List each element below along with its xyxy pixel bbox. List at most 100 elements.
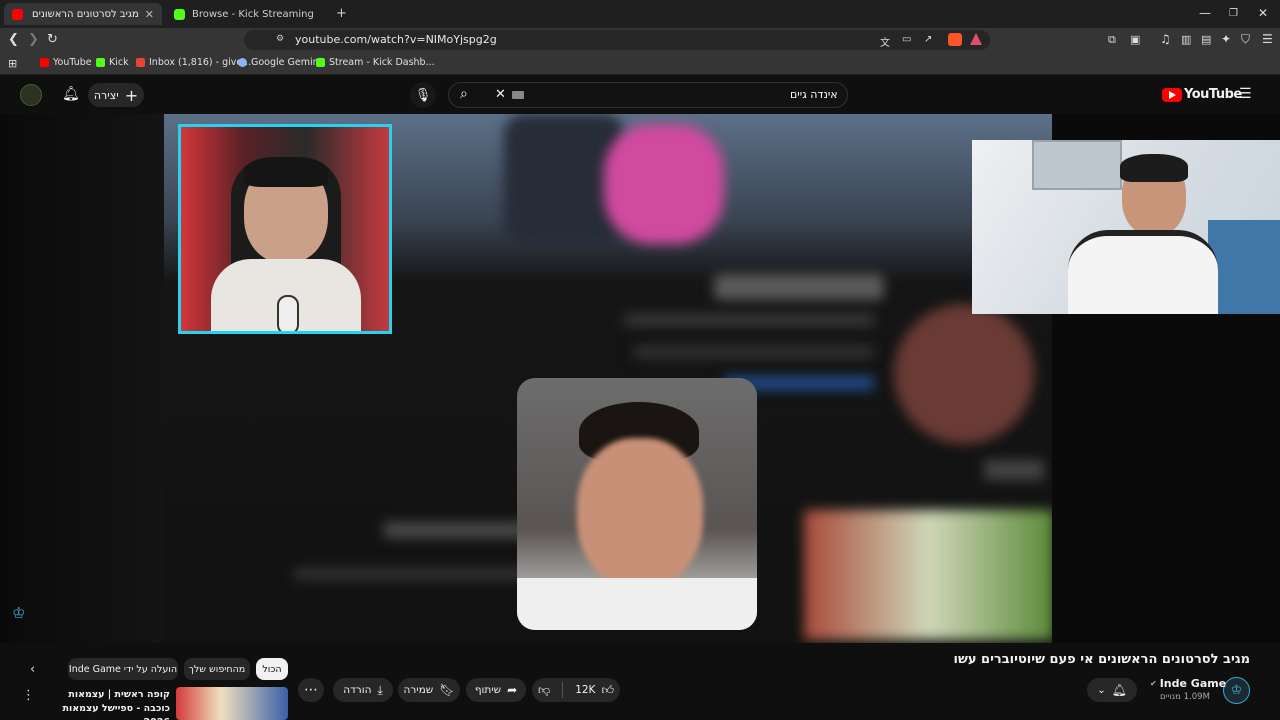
bookmark-gemini[interactable]: Google Gemini bbox=[238, 57, 321, 68]
subscription-bell-button[interactable]: ⌄ 🔔︎ bbox=[1087, 678, 1137, 702]
blurred-thumbnail bbox=[804, 510, 1052, 640]
recommended-thumbnail[interactable] bbox=[176, 687, 288, 720]
like-dislike-group: 👎︎ 12K 👍︎ bbox=[532, 678, 620, 702]
more-options-icon[interactable]: ⋮ bbox=[22, 688, 35, 703]
chevron-down-icon: ⌄ bbox=[1097, 684, 1106, 696]
search-icon[interactable]: ⌕ bbox=[460, 86, 468, 102]
microphone-icon bbox=[277, 295, 299, 331]
bell-icon: 🔔︎ bbox=[1111, 683, 1127, 697]
bookmark-kick-dashboard[interactable]: Stream - Kick Dashb... bbox=[316, 57, 435, 68]
create-label: יצירה bbox=[93, 88, 119, 102]
hair-shape bbox=[244, 157, 328, 187]
dislike-icon[interactable]: 👎︎ bbox=[538, 683, 550, 698]
avatar[interactable] bbox=[20, 84, 42, 106]
create-button[interactable]: יצירה + bbox=[88, 83, 144, 107]
rewards-icon[interactable] bbox=[970, 33, 982, 45]
blurred-tab bbox=[984, 460, 1044, 480]
youtube-logo-text[interactable]: YouTube bbox=[1184, 87, 1242, 102]
new-tab-button[interactable]: + bbox=[336, 6, 347, 21]
extensions-icon[interactable]: ⧉ bbox=[1108, 33, 1116, 47]
crown-icon: ♔ bbox=[12, 604, 26, 622]
menu-icon[interactable]: ☰ bbox=[1262, 32, 1273, 46]
chip-all[interactable]: הכול bbox=[256, 658, 288, 680]
bookmark-youtube[interactable]: YouTube bbox=[40, 57, 92, 68]
like-icon[interactable]: 👍︎ bbox=[601, 683, 614, 698]
tab-kick[interactable]: Browse - Kick Streaming bbox=[166, 3, 326, 25]
leo-icon[interactable]: ✦ bbox=[1221, 32, 1231, 46]
youtube-icon bbox=[12, 8, 23, 20]
tab-title: מגיב לסרטונים הראשונים אי פעם bbox=[30, 8, 139, 20]
channel-name-row[interactable]: ✔ Inde Game bbox=[1150, 677, 1226, 690]
site-info-icon[interactable]: ⚙ bbox=[276, 34, 284, 44]
tab-youtube[interactable]: מגיב לסרטונים הראשונים אי פעם ✕ bbox=[4, 3, 162, 25]
search-input[interactable] bbox=[448, 82, 848, 108]
wallet-icon[interactable]: ▤ bbox=[1201, 33, 1211, 46]
video-title: מגיב לסרטונים הראשונים אי פעם שיוטיוברים… bbox=[953, 652, 1250, 667]
more-actions-icon[interactable]: ⋯ bbox=[298, 678, 324, 702]
video-ambient-left bbox=[0, 114, 164, 643]
sidebar-icon[interactable]: ▥ bbox=[1181, 33, 1191, 46]
cast-icon[interactable]: ▭ bbox=[902, 34, 911, 45]
maximize-icon[interactable]: ❐ bbox=[1229, 8, 1238, 19]
gmail-icon bbox=[136, 58, 145, 67]
shirt-shape bbox=[1068, 230, 1218, 314]
share-button[interactable]: שיתוף ➦ bbox=[466, 678, 526, 702]
blurred-avatar bbox=[894, 304, 1034, 444]
voice-search-icon[interactable]: 🎙︎ bbox=[410, 82, 436, 108]
blurred-text bbox=[624, 314, 874, 326]
vpn-icon[interactable]: ⛉ bbox=[1241, 32, 1250, 47]
bookmark-kick[interactable]: Kick bbox=[96, 57, 129, 68]
window-shape bbox=[1032, 140, 1122, 190]
back-icon[interactable]: ❮ bbox=[8, 32, 19, 47]
kick-icon bbox=[174, 8, 185, 20]
recommended-title[interactable]: קופה ראשית | עצמאות כוכבה - ספיישל עצמאו… bbox=[58, 688, 170, 720]
tab-title: Browse - Kick Streaming bbox=[192, 8, 314, 20]
translate-icon[interactable]: 文 bbox=[880, 34, 890, 49]
blurred-text bbox=[634, 346, 874, 358]
save-icon: 🔖︎ bbox=[439, 683, 455, 697]
blurred-text bbox=[714, 274, 884, 300]
brave-shield-icon[interactable] bbox=[948, 33, 962, 46]
subscriber-count: 1.09M מנויים bbox=[1160, 692, 1210, 702]
save-label: שמירה bbox=[403, 684, 434, 696]
youtube-logo-icon[interactable] bbox=[1162, 88, 1182, 102]
close-tab-icon[interactable]: ✕ bbox=[145, 8, 154, 21]
kick-icon bbox=[96, 58, 105, 67]
reload-icon[interactable]: ↻ bbox=[47, 32, 58, 47]
kick-icon bbox=[316, 58, 325, 67]
close-window-icon[interactable]: ✕ bbox=[1258, 6, 1268, 20]
clear-search-icon[interactable]: ✕ bbox=[495, 87, 506, 102]
gemini-icon bbox=[238, 58, 247, 67]
save-button[interactable]: שמירה 🔖︎ bbox=[398, 678, 460, 702]
chip-from-search[interactable]: מהחיפוש שלך bbox=[184, 658, 250, 680]
share-icon[interactable]: ↗ bbox=[924, 34, 932, 45]
channel-name[interactable]: Inde Game bbox=[1160, 677, 1226, 690]
keyboard-icon[interactable] bbox=[512, 91, 524, 99]
guide-menu-icon[interactable]: ☰ bbox=[1239, 86, 1252, 102]
share-label: שיתוף bbox=[474, 684, 502, 696]
bookmark-inbox[interactable]: Inbox (1,816) - givo... bbox=[136, 57, 251, 68]
download-button[interactable]: הורדה ⤓ bbox=[333, 678, 393, 702]
divider bbox=[562, 682, 564, 698]
like-count[interactable]: 12K bbox=[575, 684, 595, 696]
chips-prev-icon[interactable]: ‹ bbox=[30, 662, 35, 677]
apps-icon[interactable]: ⊞ bbox=[8, 57, 17, 70]
plus-icon: + bbox=[124, 85, 139, 105]
download-icon: ⤓ bbox=[377, 682, 383, 697]
youtube-icon bbox=[40, 58, 49, 67]
forward-icon[interactable]: ❯ bbox=[28, 32, 39, 47]
shirt-shape bbox=[517, 578, 757, 630]
reader-icon[interactable]: ▣ bbox=[1130, 33, 1140, 46]
face-shape bbox=[577, 438, 703, 588]
guest-webcam bbox=[972, 140, 1280, 314]
chip-uploaded-by[interactable]: הועלה על ידי Inde Game bbox=[68, 658, 178, 680]
url-text[interactable]: youtube.com/watch?v=NIMoYjspg2g bbox=[295, 33, 497, 46]
bed-shape bbox=[1208, 220, 1280, 314]
verified-icon: ✔ bbox=[1150, 679, 1157, 688]
blurred-figure bbox=[604, 124, 724, 244]
channel-avatar[interactable]: ♔ bbox=[1223, 677, 1250, 704]
minimize-icon[interactable]: — bbox=[1199, 6, 1211, 20]
search-query[interactable]: אינדה גיים bbox=[790, 88, 838, 101]
notifications-icon[interactable]: 🔔︎ bbox=[62, 86, 80, 102]
music-icon[interactable]: ♫ bbox=[1160, 32, 1171, 46]
